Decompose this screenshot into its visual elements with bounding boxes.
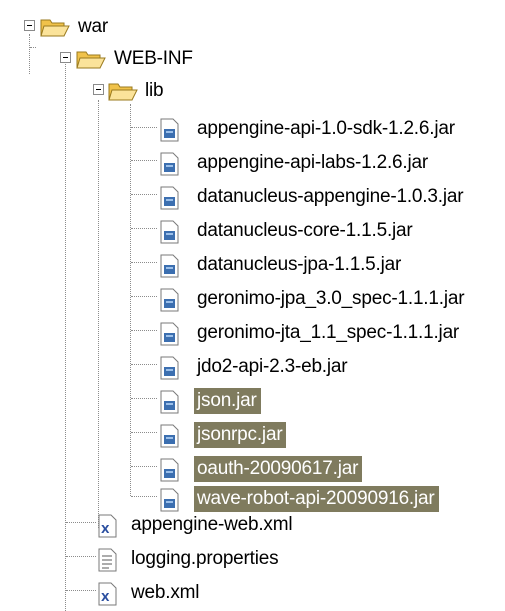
tree-node-label: appengine-api-labs-1.2.6.jar [197, 152, 429, 173]
tree-guide-line [131, 432, 157, 433]
tree-node-label: web.xml [131, 582, 200, 603]
svg-text:X: X [101, 523, 110, 536]
tree-node-label: appengine-api-1.0-sdk-1.2.6.jar [197, 118, 455, 139]
tree-node-label: WEB-INF [114, 48, 193, 69]
collapse-toggle-lib[interactable] [93, 84, 104, 95]
tree-node-label: logging.properties [131, 548, 279, 569]
tree-node-label: lib [145, 80, 164, 101]
jar-file-icon [160, 288, 179, 312]
tree-node-label: json.jar [194, 388, 261, 414]
tree-guide-line [30, 47, 36, 48]
tree-node-label: datanucleus-core-1.1.5.jar [197, 220, 413, 241]
tree-node-jar[interactable]: jdo2-api-2.3-eb.jar [158, 352, 503, 380]
open-folder-icon [76, 51, 106, 69]
tree-node-properties-file[interactable]: logging.properties [96, 544, 396, 572]
jar-file-icon [160, 322, 179, 346]
jar-file-icon [160, 488, 179, 512]
tree-guide-line [29, 34, 30, 74]
xml-file-icon: X [98, 514, 117, 538]
tree-node-label: appengine-web.xml [131, 514, 293, 535]
tree-guide-line [66, 556, 96, 557]
tree-node-jar[interactable]: appengine-api-labs-1.2.6.jar [158, 148, 503, 176]
tree-node-label: war [78, 16, 109, 37]
tree-node-xml-file[interactable]: X appengine-web.xml [96, 510, 396, 538]
tree-node-label: geronimo-jpa_3.0_spec-1.1.1.jar [197, 288, 465, 309]
collapse-toggle-web-inf[interactable] [60, 52, 71, 63]
jar-file-icon [160, 186, 179, 210]
tree-node-jar-selected[interactable]: oauth-20090617.jar [158, 454, 503, 482]
tree-guide-line [98, 100, 99, 528]
jar-file-icon [160, 152, 179, 176]
jar-file-icon [160, 390, 179, 414]
tree-node-jar[interactable]: datanucleus-core-1.1.5.jar [158, 216, 503, 244]
tree-node-label: wave-robot-api-20090916.jar [194, 486, 439, 512]
tree-node-jar[interactable]: appengine-api-1.0-sdk-1.2.6.jar [158, 114, 503, 142]
tree-guide-line [131, 496, 157, 497]
tree-node-label: datanucleus-jpa-1.1.5.jar [197, 254, 402, 275]
tree-guide-line [66, 590, 96, 591]
svg-text:X: X [101, 591, 110, 604]
tree-node-jar[interactable]: geronimo-jpa_3.0_spec-1.1.1.jar [158, 284, 503, 312]
tree-guide-line [131, 466, 157, 467]
tree-node-lib[interactable]: lib [108, 76, 188, 104]
collapse-toggle-war[interactable] [24, 20, 35, 31]
open-folder-icon [108, 83, 138, 101]
tree-guide-line [131, 160, 157, 161]
tree-guide-line [130, 104, 131, 496]
tree-guide-line [131, 330, 157, 331]
tree-node-jar[interactable]: datanucleus-jpa-1.1.5.jar [158, 250, 503, 278]
tree-node-label: jdo2-api-2.3-eb.jar [197, 356, 348, 377]
jar-file-icon [160, 254, 179, 278]
tree-node-jar-selected[interactable]: jsonrpc.jar [158, 420, 503, 448]
tree-guide-line [66, 522, 96, 523]
tree-guide-line [131, 296, 157, 297]
tree-guide-line [131, 398, 157, 399]
tree-node-jar[interactable]: geronimo-jta_1.1_spec-1.1.1.jar [158, 318, 503, 346]
tree-node-label: oauth-20090617.jar [194, 456, 363, 482]
tree-guide-line [131, 228, 157, 229]
jar-file-icon [160, 458, 179, 482]
tree-node-label: geronimo-jta_1.1_spec-1.1.1.jar [197, 322, 460, 343]
tree-guide-line [131, 364, 157, 365]
open-folder-icon [40, 19, 70, 37]
tree-node-web-inf[interactable]: WEB-INF [76, 44, 196, 72]
tree-guide-line [131, 262, 157, 263]
tree-node-label: datanucleus-appengine-1.0.3.jar [197, 186, 464, 207]
tree-node-jar-selected[interactable]: json.jar [158, 386, 503, 414]
tree-node-jar[interactable]: datanucleus-appengine-1.0.3.jar [158, 182, 503, 210]
tree-node-xml-file[interactable]: X web.xml [96, 578, 396, 606]
jar-file-icon [160, 220, 179, 244]
tree-node-jar-selected[interactable]: wave-robot-api-20090916.jar [158, 484, 503, 512]
properties-file-icon [98, 548, 117, 572]
tree-node-label: jsonrpc.jar [194, 422, 287, 448]
tree-guide-line [131, 194, 157, 195]
jar-file-icon [160, 118, 179, 142]
jar-file-icon [160, 424, 179, 448]
xml-file-icon: X [98, 582, 117, 606]
tree-guide-line [131, 127, 157, 128]
project-explorer-tree: war WEB-INF lib appengine-api-1.0-sdk-1.… [0, 0, 505, 611]
tree-node-war[interactable]: war [40, 12, 120, 40]
jar-file-icon [160, 356, 179, 380]
tree-guide-line [65, 62, 66, 611]
